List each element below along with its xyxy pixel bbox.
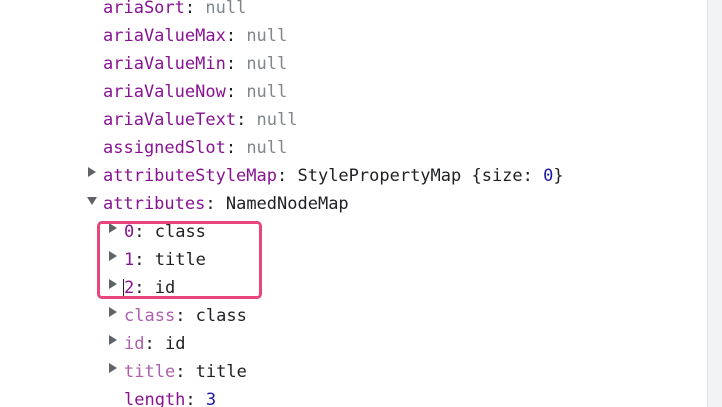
property-value: null [246, 82, 288, 102]
property-row-ariaValueText[interactable]: ariaValueText: null [103, 106, 298, 134]
property-value-size: 0 [543, 166, 554, 186]
property-separator: : [205, 194, 226, 214]
property-key: ariaValueMin [103, 54, 226, 74]
property-key: length [124, 390, 186, 407]
property-row-ariaValueNow[interactable]: ariaValueNow: null [103, 78, 287, 106]
property-key: attributes [103, 194, 206, 214]
property-separator: : [225, 26, 247, 46]
property-value: class [195, 306, 247, 326]
property-row-ariaValueMax[interactable]: ariaValueMax: null [103, 22, 287, 50]
property-value: 3 [205, 390, 217, 407]
property-value-suffix: } [553, 166, 564, 186]
property-value: null [205, 0, 247, 18]
property-key: ariaValueNow [103, 82, 226, 102]
property-value: null [246, 26, 288, 46]
property-value: null [246, 138, 288, 158]
property-key: ariaValueText [103, 110, 237, 130]
property-value: title [195, 362, 247, 382]
triangle-right-icon[interactable] [88, 167, 96, 177]
property-value: null [256, 110, 298, 130]
property-row-ariaValueMin[interactable]: ariaValueMin: null [103, 50, 287, 78]
property-separator: : [225, 82, 247, 102]
property-separator: : [175, 306, 196, 326]
property-value: null [246, 54, 288, 74]
property-row-attributeStyleMap[interactable]: attributeStyleMap: StylePropertyMap {siz… [103, 162, 564, 190]
property-value-prefix: StylePropertyMap {size: [297, 166, 544, 186]
property-separator: : [236, 110, 257, 130]
triangle-down-icon[interactable] [87, 197, 97, 205]
property-row-assignedSlot[interactable]: assignedSlot: null [103, 134, 287, 162]
property-separator: : [225, 138, 247, 158]
attribute-named-id[interactable]: id: id [124, 330, 185, 358]
property-separator: : [225, 54, 247, 74]
property-separator: : [175, 362, 196, 382]
triangle-right-icon[interactable] [109, 363, 117, 373]
attribute-named-title[interactable]: title: title [124, 358, 247, 386]
property-key: attributeStyleMap [103, 166, 277, 186]
attribute-named-class[interactable]: class: class [124, 302, 247, 330]
property-separator: : [144, 334, 165, 354]
property-separator: : [184, 0, 206, 18]
property-key: ariaSort [103, 0, 185, 18]
property-key: assignedSlot [103, 138, 226, 158]
property-key: class [124, 306, 176, 326]
property-row-ariaSort[interactable]: ariaSort: null [103, 0, 246, 22]
property-row-length: length: 3 [124, 386, 216, 407]
property-separator: : [185, 390, 206, 407]
property-separator: : [277, 166, 298, 186]
property-key: id [124, 334, 145, 354]
highlight-annotation-box [97, 221, 262, 299]
property-value: NamedNodeMap [225, 194, 349, 214]
triangle-right-icon[interactable] [109, 335, 117, 345]
triangle-right-icon[interactable] [109, 307, 117, 317]
property-key: title [124, 362, 176, 382]
property-value: id [164, 334, 186, 354]
property-key: ariaValueMax [103, 26, 226, 46]
property-row-attributes[interactable]: attributes: NamedNodeMap [103, 190, 349, 218]
vertical-scrollbar[interactable] [707, 0, 722, 407]
